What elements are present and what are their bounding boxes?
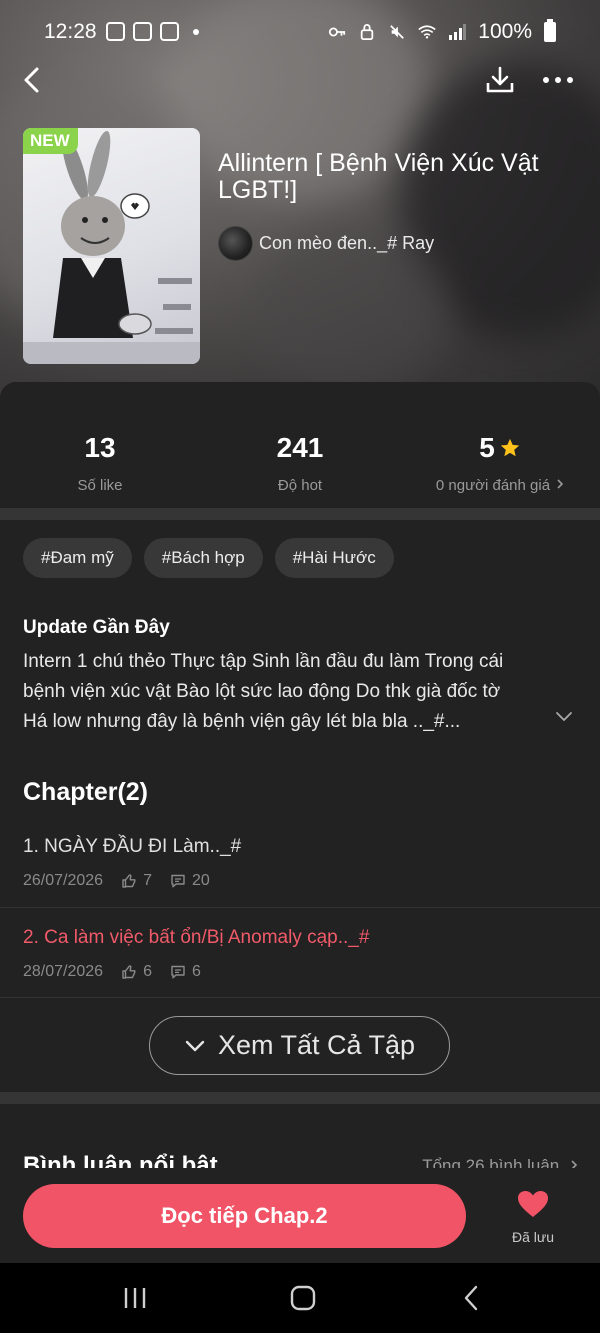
manga-title: Allintern [ Bệnh Viện Xúc Vật LGBT!] bbox=[218, 149, 539, 204]
chapter-divider bbox=[0, 907, 600, 908]
wifi-icon bbox=[418, 25, 436, 39]
rating-value: 5 bbox=[479, 432, 495, 463]
chevron-right-icon bbox=[557, 479, 564, 489]
star-icon bbox=[500, 438, 519, 457]
rating-value-row: 5 bbox=[400, 432, 600, 464]
chapter-like-count: 6 bbox=[143, 963, 152, 980]
cover-illustration bbox=[23, 130, 200, 364]
download-button[interactable] bbox=[480, 60, 520, 100]
comment-icon bbox=[171, 965, 185, 979]
saved-label: Đã lưu bbox=[511, 1229, 555, 1245]
like-icon bbox=[122, 965, 136, 979]
lock-icon bbox=[361, 24, 374, 40]
status-time: 12:28 bbox=[44, 20, 97, 43]
chapter-title: 2. Ca làm việc bất ổn/Bị Anomaly cạp.._# bbox=[23, 927, 370, 948]
more-dots-icon bbox=[543, 77, 573, 83]
chapter-divider bbox=[0, 997, 600, 998]
chapter-like-count: 7 bbox=[143, 872, 152, 889]
author-avatar bbox=[218, 226, 253, 261]
more-options-button[interactable] bbox=[538, 60, 578, 100]
app-icon bbox=[160, 22, 179, 41]
new-badge: NEW bbox=[23, 128, 78, 154]
home-icon bbox=[290, 1285, 316, 1311]
signal-icon bbox=[449, 24, 467, 40]
top-navigation bbox=[0, 60, 600, 104]
hot-count: 241 bbox=[276, 432, 324, 463]
description-title: Update Gần Đây bbox=[23, 617, 170, 638]
section-separator bbox=[0, 508, 600, 520]
key-icon bbox=[329, 27, 346, 37]
likes-label: Số like bbox=[77, 477, 123, 494]
see-all-chapters-button[interactable]: Xem Tất Cả Tập bbox=[149, 1016, 450, 1075]
rating-count-row: 0 người đánh giá bbox=[400, 477, 600, 494]
back-button[interactable] bbox=[12, 60, 52, 100]
author-name: Con mèo đen.._# Ray bbox=[259, 233, 435, 253]
chapter-title: 1. NGÀY ĐẦU ĐI Làm.._# bbox=[23, 836, 242, 857]
system-navigation-bar bbox=[0, 1263, 600, 1333]
system-back-button[interactable] bbox=[456, 1285, 486, 1311]
expand-description-button[interactable] bbox=[554, 710, 574, 728]
bottom-action-bar: Đọc tiếp Chap.2 Đã lưu bbox=[0, 1168, 600, 1263]
chevron-down-icon bbox=[556, 712, 572, 722]
hero-background: 12:28 100% NEW Allintern [Bệnh Viện Xúc… bbox=[0, 0, 600, 400]
saved-button[interactable]: Đã lưu bbox=[503, 1190, 563, 1245]
chapter-date: 28/07/2026 bbox=[23, 963, 104, 980]
notification-dot-icon bbox=[193, 28, 199, 35]
chapter-heading: Chapter(2) bbox=[23, 778, 149, 806]
chapter-meta: 26/07/2026 7 20 bbox=[23, 872, 210, 890]
chapter-item[interactable]: 1. NGÀY ĐẦU ĐI Làm.._# 26/07/2026 7 20 bbox=[0, 836, 600, 926]
chapter-item-current[interactable]: 2. Ca làm việc bất ổn/Bị Anomaly cạp.._#… bbox=[0, 927, 600, 1017]
chapter-comment-count: 20 bbox=[191, 872, 210, 889]
battery-icon bbox=[544, 19, 556, 42]
comment-icon bbox=[171, 874, 185, 888]
system-back-icon bbox=[464, 1285, 478, 1311]
recent-apps-button[interactable] bbox=[120, 1285, 150, 1311]
stat-hot: 241 Độ hot bbox=[200, 432, 400, 494]
tag-dam-my[interactable]: #Đam mỹ bbox=[23, 538, 132, 578]
battery-percent: 100% bbox=[478, 20, 532, 43]
gallery-icon bbox=[106, 22, 125, 41]
cover-image[interactable]: NEW bbox=[23, 128, 200, 364]
stat-likes: 13 Số like bbox=[0, 432, 200, 494]
back-arrow-icon bbox=[24, 67, 39, 93]
download-icon bbox=[486, 66, 514, 93]
rating-count-label: 0 người đánh giá bbox=[435, 477, 551, 494]
recent-apps-icon bbox=[124, 1288, 146, 1308]
heart-icon bbox=[518, 1191, 548, 1217]
home-button[interactable] bbox=[288, 1285, 318, 1311]
chapter-comment-count: 6 bbox=[191, 963, 201, 980]
mute-icon bbox=[390, 25, 405, 39]
author-row[interactable]: Con mèo đen.._# Ray bbox=[218, 226, 434, 261]
tag-hai-huoc[interactable]: #Hài Hước bbox=[274, 538, 394, 578]
status-bar: 12:28 100% bbox=[0, 0, 600, 68]
media-icon bbox=[133, 22, 152, 41]
chevron-down-icon bbox=[185, 1040, 205, 1051]
tag-bach-hop[interactable]: #Bách hợp bbox=[143, 538, 263, 578]
chapter-meta: 28/07/2026 6 6 bbox=[23, 963, 201, 981]
continue-reading-button[interactable]: Đọc tiếp Chap.2 bbox=[23, 1184, 466, 1248]
hot-label: Độ hot bbox=[277, 477, 323, 494]
see-all-label: Xem Tất Cả Tập bbox=[217, 1030, 416, 1060]
tag-list: #Đam mỹ #Bách hợp #Hài Hước bbox=[23, 538, 394, 578]
likes-count: 13 bbox=[84, 432, 116, 463]
stats-row: 13 Số like 241 Độ hot 5 0 người đánh giá bbox=[0, 382, 600, 508]
description-text: Intern 1 chú thẻo Thực tập Sinh lần đầu … bbox=[23, 651, 504, 732]
stat-rating[interactable]: 5 0 người đánh giá bbox=[400, 432, 600, 494]
chapter-date: 26/07/2026 bbox=[23, 872, 104, 889]
section-separator bbox=[0, 1092, 600, 1104]
like-icon bbox=[122, 874, 136, 888]
